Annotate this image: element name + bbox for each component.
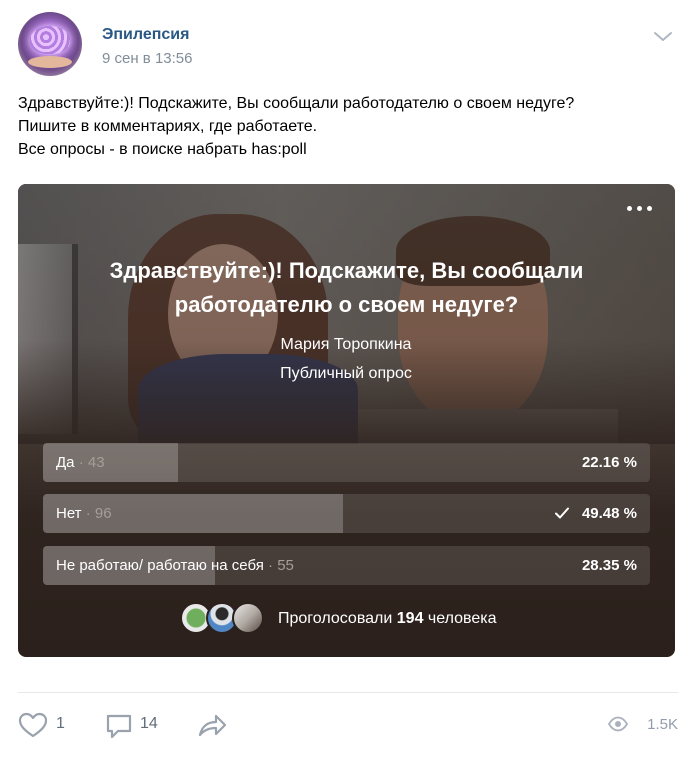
more-horizontal-icon[interactable] — [627, 206, 653, 214]
chevron-down-icon[interactable] — [652, 30, 674, 44]
poll-question-line: работодателю о своем недуге? — [174, 292, 519, 317]
share-button[interactable] — [196, 708, 232, 744]
eye-icon — [608, 716, 628, 732]
comment-button[interactable]: 14 — [104, 708, 174, 744]
share-arrow-icon — [198, 714, 227, 737]
group-name-link[interactable]: Эпилепсия — [102, 26, 189, 44]
post-text: Здравствуйте:)! Подскажите, Вы сообщали … — [18, 92, 678, 161]
poll-question: Здравствуйте:)! Подскажите, Вы сообщали … — [58, 254, 635, 322]
poll-answer[interactable]: Не работаю/ работаю на себя · 55 28.35 % — [43, 546, 650, 585]
footer-divider — [18, 692, 678, 693]
post-time-link[interactable]: 9 сен в 13:56 — [102, 50, 192, 67]
post-header: Эпилепсия 9 сен в 13:56 — [18, 12, 682, 78]
post-text-line: Здравствуйте:)! Подскажите, Вы сообщали … — [18, 95, 575, 112]
poll-answer-label: Да · 43 — [56, 454, 105, 471]
poll-author-link[interactable]: Мария Торопкина — [18, 336, 675, 354]
votes-total[interactable]: Проголосовали 194 человека — [278, 610, 497, 628]
brain-image — [30, 26, 70, 54]
post-text-line: Все опросы - в поиске набрать has:poll — [18, 141, 307, 158]
poll-answer-percent: 49.48 % — [581, 505, 637, 522]
poll-answer-label: Не работаю/ работаю на себя · 55 — [56, 557, 294, 574]
poll-answer[interactable]: Да · 43 22.16 % — [43, 443, 650, 482]
post-text-line: Пишите в комментариях, где работаете. — [18, 118, 318, 135]
poll-answer[interactable]: Нет · 96 49.48 % — [43, 494, 650, 533]
poll-answer-percent: 28.35 % — [581, 557, 637, 574]
poll-card: Здравствуйте:)! Подскажите, Вы сообщали … — [18, 184, 675, 657]
heart-icon — [18, 712, 48, 738]
post-footer: 1 14 1.5K — [18, 708, 682, 744]
comment-count: 14 — [140, 715, 158, 732]
poll-answer-label: Нет · 96 — [56, 505, 112, 522]
like-button[interactable]: 1 — [18, 708, 78, 744]
hand-image — [28, 56, 72, 68]
comment-icon — [106, 714, 132, 739]
views-count: 1.5K — [647, 716, 678, 733]
check-icon — [555, 507, 569, 519]
poll-question-line: Здравствуйте:)! Подскажите, Вы сообщали — [109, 258, 584, 283]
views-counter: 1.5K — [608, 708, 678, 744]
poll-type-label: Публичный опрос — [280, 365, 412, 382]
poll-answer-percent: 22.16 % — [581, 454, 637, 471]
like-count: 1 — [56, 715, 65, 732]
group-avatar[interactable] — [18, 12, 82, 76]
voter-avatar — [232, 602, 264, 634]
